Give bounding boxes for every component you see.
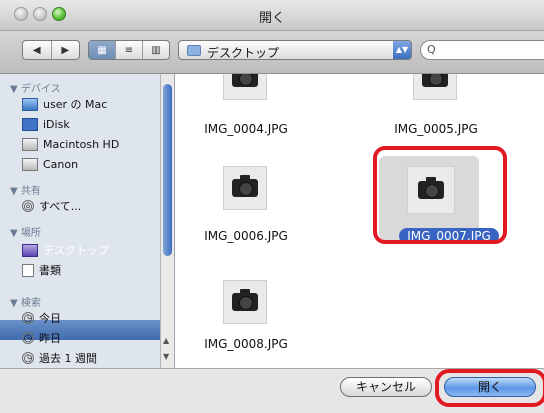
location-popup[interactable]: デスクトップ ▲▼ <box>178 40 412 60</box>
file-thumbnail[interactable] <box>413 74 457 100</box>
file-name[interactable]: IMG_0006.JPG <box>181 229 311 243</box>
forward-arrow-icon: ▶ <box>61 44 70 56</box>
file-thumbnail[interactable] <box>223 166 267 210</box>
sidebar-scroll-thumb[interactable] <box>163 84 172 256</box>
open-dialog: 開く ◀ ▶ ▦ ≡ ▥ デスクトップ ▲▼ Q ▼ デバイス user の M… <box>0 0 544 413</box>
scroll-up-icon[interactable]: ▲ <box>163 336 169 345</box>
location-label: デスクトップ <box>207 46 280 60</box>
search-field[interactable]: Q <box>420 40 544 60</box>
annotation-highlight-selected-file <box>373 146 507 244</box>
sidebar-item-idisk[interactable]: iDisk <box>22 116 70 132</box>
sidebar-header-devices[interactable]: ▼ デバイス <box>10 80 61 95</box>
popup-arrows-icon: ▲▼ <box>393 41 411 59</box>
file-name[interactable]: IMG_0005.JPG <box>371 122 501 136</box>
camera-image <box>422 74 448 87</box>
forward-button[interactable]: ▶ <box>52 41 80 59</box>
sidebar-item-label: デスクトップ <box>43 244 109 257</box>
sidebar-item-macintosh-hd[interactable]: Macintosh HD <box>22 136 119 152</box>
icon-view-icon: ▦ <box>97 44 107 56</box>
file-name[interactable]: IMG_0008.JPG <box>181 337 311 351</box>
clock-icon: ◷ <box>22 332 34 344</box>
folder-icon <box>187 45 201 56</box>
sidebar-header-search[interactable]: ▼ 検索 <box>10 294 41 309</box>
clock-icon: ◷ <box>22 352 34 364</box>
icon-view-button[interactable]: ▦ <box>89 41 116 59</box>
network-icon: ◎ <box>22 200 34 212</box>
sidebar-item-desktop[interactable]: デスクトップ <box>22 242 109 258</box>
sidebar-item-label: 過去 1 週間 <box>39 352 97 365</box>
sidebar-item-label: user の Mac <box>43 98 108 111</box>
sidebar-item-today[interactable]: ◷ 今日 <box>22 310 61 326</box>
sidebar-header-places[interactable]: ▼ 場所 <box>10 224 41 239</box>
cancel-button[interactable]: キャンセル <box>340 377 432 397</box>
document-icon <box>22 263 34 277</box>
sidebar-scrollbar[interactable]: ▲ ▼ <box>160 74 174 368</box>
camera-image <box>232 289 258 311</box>
sidebar-item-label: iDisk <box>43 117 70 131</box>
scroll-down-icon[interactable]: ▼ <box>163 352 169 361</box>
clock-icon: ◷ <box>22 312 34 324</box>
camera-image <box>232 175 258 197</box>
navigation-buttons: ◀ ▶ <box>22 40 80 60</box>
search-icon: Q <box>427 43 436 56</box>
file-thumbnail[interactable] <box>223 280 267 324</box>
sidebar-item-documents[interactable]: 書類 <box>22 262 61 278</box>
dialog-footer: キャンセル 開く <box>0 368 544 413</box>
sidebar-item-user-mac[interactable]: user の Mac <box>22 96 107 112</box>
sidebar-item-label: 書類 <box>39 264 61 277</box>
file-browser: IMG_0004.JPG IMG_0005.JPG IMG_0006.JPG I… <box>175 74 544 368</box>
toolbar: ◀ ▶ ▦ ≡ ▥ デスクトップ ▲▼ Q <box>0 31 544 74</box>
list-view-icon: ≡ <box>124 44 134 56</box>
idisk-icon <box>22 117 38 131</box>
window-title: 開く <box>258 11 285 26</box>
camera-image <box>232 74 258 87</box>
desktop-icon <box>22 243 38 257</box>
annotation-highlight-open-button <box>435 369 544 407</box>
view-mode-buttons: ▦ ≡ ▥ <box>88 40 170 60</box>
sidebar-item-all[interactable]: ◎ すべて... <box>22 198 81 214</box>
sidebar-item-canon[interactable]: Canon <box>22 156 78 172</box>
column-view-button[interactable]: ▥ <box>143 41 169 59</box>
column-view-icon: ▥ <box>151 44 161 56</box>
file-name[interactable]: IMG_0004.JPG <box>181 122 311 136</box>
sidebar-item-label: 昨日 <box>39 332 61 345</box>
sidebar-item-label: Canon <box>43 157 79 171</box>
list-view-button[interactable]: ≡ <box>116 41 143 59</box>
drive-icon <box>22 157 38 171</box>
title-bar: 開く <box>0 0 544 31</box>
computer-icon <box>22 97 38 111</box>
back-button[interactable]: ◀ <box>23 41 52 59</box>
file-thumbnail[interactable] <box>223 74 267 100</box>
sidebar-item-yesterday[interactable]: ◷ 昨日 <box>22 330 61 346</box>
sidebar-item-label: 今日 <box>39 312 61 325</box>
hard-drive-icon <box>22 137 38 151</box>
back-arrow-icon: ◀ <box>32 44 41 56</box>
sidebar-item-label: すべて... <box>39 200 82 213</box>
sidebar: ▼ デバイス user の Mac iDisk Macintosh HD Can… <box>0 74 175 368</box>
sidebar-header-shared[interactable]: ▼ 共有 <box>10 182 41 197</box>
sidebar-item-label: Macintosh HD <box>43 137 120 151</box>
sidebar-item-past-week[interactable]: ◷ 過去 1 週間 <box>22 350 97 366</box>
